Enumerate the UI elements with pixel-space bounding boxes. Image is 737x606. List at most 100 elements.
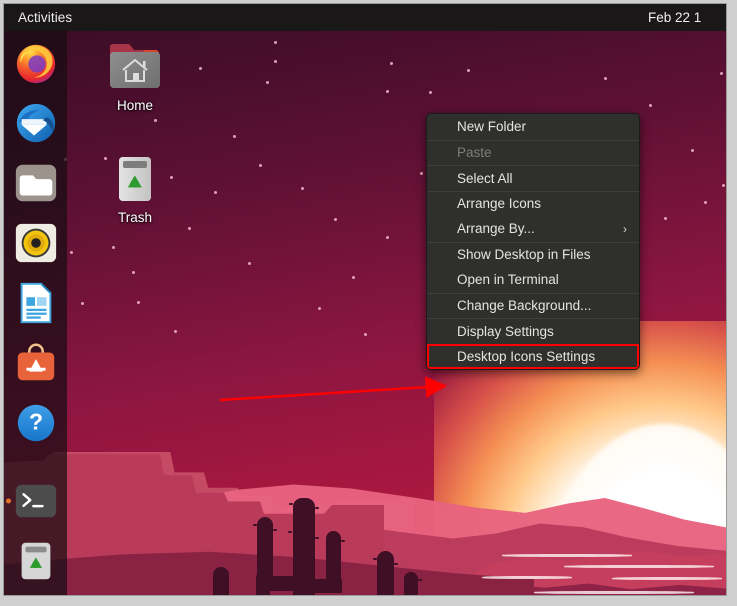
- star: [199, 67, 202, 70]
- menu-item-arrange-icons[interactable]: Arrange Icons: [427, 190, 639, 217]
- star: [81, 302, 84, 305]
- cactus-spike: [341, 540, 345, 542]
- star: [174, 330, 177, 333]
- terminal-icon: [15, 484, 56, 518]
- menu-item-label: Change Background...: [457, 298, 592, 314]
- files-folder-icon: [15, 164, 56, 202]
- water-shine: [534, 591, 694, 594]
- star: [390, 62, 393, 65]
- menu-item-display-settings[interactable]: Display Settings: [427, 318, 639, 344]
- star: [188, 227, 191, 230]
- cactus-spike: [288, 531, 292, 533]
- star: [70, 251, 73, 254]
- cactus-spike: [315, 507, 319, 509]
- star: [301, 187, 304, 190]
- ubuntu-dock[interactable]: ?: [4, 31, 67, 595]
- chevron-right-icon: ›: [623, 221, 627, 236]
- star: [274, 41, 277, 44]
- cactus-spike: [273, 529, 277, 531]
- cactus-arm-right-join: [304, 579, 342, 593]
- cactus-spike: [253, 524, 257, 526]
- menu-item-open-in-terminal[interactable]: Open in Terminal: [427, 267, 639, 293]
- libreoffice-writer-icon: [20, 282, 51, 324]
- menu-item-label: Desktop Icons Settings: [457, 349, 596, 365]
- cactus-spike: [394, 563, 398, 565]
- dock-item-rhythmbox[interactable]: [12, 220, 59, 266]
- menu-item-paste: Paste: [427, 139, 639, 166]
- star: [664, 217, 667, 220]
- cactus-small-left-b: [256, 571, 270, 595]
- cactus-right-arm: [404, 572, 418, 595]
- desktop-icon-label: Trash: [117, 210, 152, 225]
- menu-item-label: Display Settings: [457, 323, 554, 339]
- home-folder-icon: [110, 44, 160, 88]
- menu-item-arrange-by[interactable]: Arrange By... ›: [427, 216, 639, 242]
- cactus-right-trunk: [377, 551, 394, 595]
- menu-item-label: Show Desktop in Files: [457, 247, 591, 263]
- dock-item-files[interactable]: [12, 160, 59, 206]
- star: [266, 81, 269, 84]
- star: [364, 333, 367, 336]
- dock-item-help[interactable]: ?: [12, 400, 59, 446]
- star: [112, 246, 115, 249]
- star: [691, 149, 694, 152]
- water-shine: [564, 565, 714, 568]
- help-icon: ?: [17, 404, 54, 442]
- star: [259, 164, 262, 167]
- menu-item-label: Arrange Icons: [457, 196, 542, 212]
- star: [214, 191, 217, 194]
- star: [386, 236, 389, 239]
- cactus-spike: [418, 579, 422, 581]
- star: [352, 276, 355, 279]
- cactus-spike: [289, 503, 293, 505]
- menu-item-change-background[interactable]: Change Background...: [427, 292, 639, 319]
- star: [420, 172, 423, 175]
- desktop-icon-trash[interactable]: Trash: [87, 153, 183, 225]
- cactus-spike: [373, 558, 377, 560]
- dock-item-libreoffice[interactable]: [12, 280, 59, 326]
- star: [722, 184, 725, 187]
- dock-item-terminal[interactable]: [6, 478, 59, 524]
- desktop-icon-home[interactable]: Home: [87, 41, 183, 113]
- star: [720, 72, 723, 75]
- star: [137, 301, 140, 304]
- menu-item-desktop-icons-settings[interactable]: Desktop Icons Settings: [427, 343, 639, 369]
- star: [704, 201, 707, 204]
- activities-button[interactable]: Activities: [18, 10, 72, 25]
- menu-item-show-desktop-in-files[interactable]: Show Desktop in Files: [427, 241, 639, 268]
- dock-item-firefox[interactable]: [12, 40, 59, 86]
- star: [318, 307, 321, 310]
- water-shine: [482, 576, 572, 579]
- star: [467, 69, 470, 72]
- star: [334, 218, 337, 221]
- clock-datetime[interactable]: Feb 22 1: [648, 4, 726, 31]
- menu-item-new-folder[interactable]: New Folder: [427, 114, 639, 140]
- svg-text:?: ?: [28, 409, 42, 435]
- menu-item-label: Open in Terminal: [457, 272, 559, 288]
- desktop-screen: Home Trash ? Activities Feb 22 1 New Fol…: [3, 3, 727, 596]
- menu-item-label: Select All: [457, 170, 513, 186]
- rhythmbox-icon: [15, 223, 56, 263]
- trash-icon: [119, 157, 151, 201]
- cactus-spike: [315, 537, 319, 539]
- running-indicator: [6, 498, 11, 504]
- star: [274, 60, 277, 63]
- water-shine: [612, 577, 722, 580]
- star: [429, 91, 432, 94]
- thunderbird-icon: [16, 103, 55, 143]
- dock-item-thunderbird[interactable]: [12, 100, 59, 146]
- ubuntu-software-icon: [17, 343, 54, 381]
- menu-item-label: Arrange By...: [457, 221, 535, 237]
- menu-item-label: Paste: [457, 145, 492, 161]
- menu-item-select-all[interactable]: Select All: [427, 165, 639, 191]
- dock-item-ubuntu-software[interactable]: [12, 340, 59, 386]
- star: [604, 77, 607, 80]
- desktop-icon-label: Home: [116, 98, 153, 113]
- top-bar: Activities Feb 22 1: [4, 4, 726, 31]
- star: [386, 90, 389, 93]
- dock-item-trash[interactable]: [12, 538, 59, 584]
- water-shine: [502, 554, 632, 557]
- desktop-context-menu[interactable]: New Folder Paste Select All Arrange Icons Ar…: [426, 113, 640, 370]
- star: [132, 271, 135, 274]
- firefox-icon: [16, 44, 55, 84]
